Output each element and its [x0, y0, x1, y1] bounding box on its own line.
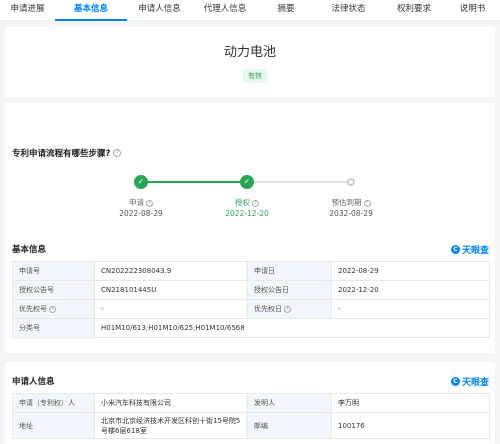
table-key: 优先权号? — [12, 299, 95, 319]
page-title: 动力电池 — [223, 45, 276, 60]
check-icon: ✓ — [134, 175, 148, 189]
faq-heading[interactable]: 专利申请流程有哪些步骤? ? — [12, 147, 122, 159]
table-value: CN218101445U — [94, 280, 248, 300]
tab-abstract[interactable]: 摘要 — [258, 0, 314, 21]
timeline-step-date: 2022-08-29 — [119, 209, 163, 218]
table-value: - — [94, 299, 248, 319]
applicant-info-table: 申请（专利权）人 小米汽车科技有限公司 发明人 李万明 地址 北京市北京经济技术… — [12, 393, 490, 439]
timeline-pending-line — [247, 181, 351, 183]
tab-applicant-info[interactable]: 申请人信息 — [127, 0, 192, 21]
table-key-text: 优先权号 — [19, 305, 47, 313]
pending-dot-icon — [347, 178, 355, 186]
applicant-info-card: 申请人信息 C 天眼查 申请（专利权）人 小米汽车科技有限公司 发明人 李万明 地… — [5, 362, 495, 444]
table-key: 授权公告号 — [12, 280, 95, 300]
table-value: H01M10/613;H01M10/625;H01M10/6568 — [94, 318, 490, 338]
section-title: 申请人信息 — [12, 377, 55, 387]
applicant-link[interactable]: 小米汽车科技有限公司 — [94, 393, 248, 413]
tianyancha-logo[interactable]: C 天眼查 — [450, 243, 489, 256]
table-key: 申请号 — [12, 261, 95, 281]
help-icon: ? — [363, 199, 371, 207]
table-value: CN202222308043.9 — [94, 261, 248, 281]
table-row: 申请号 CN202222308043.9 申请日 2022-08-29 — [12, 261, 490, 281]
timeline-label-text: 申请 — [129, 198, 144, 207]
table-value: 100176 — [331, 412, 490, 439]
tianyancha-icon: C — [450, 377, 460, 386]
basic-info-table: 申请号 CN202222308043.9 申请日 2022-08-29 授权公告… — [12, 261, 490, 338]
table-key-text: 优先权日 — [254, 305, 282, 313]
table-row: 优先权号? - 优先权日? - — [12, 299, 490, 319]
section-title: 基本信息 — [12, 245, 47, 255]
help-icon: ? — [252, 199, 259, 207]
tab-basic-info[interactable]: 基本信息 — [55, 0, 127, 21]
tianyancha-icon: C — [450, 245, 460, 254]
help-icon: ? — [284, 305, 291, 313]
timeline-progress-line — [141, 181, 247, 183]
tab-legal-status[interactable]: 法律状态 — [314, 0, 383, 21]
check-icon: ✓ — [240, 175, 254, 189]
tab-agent-info[interactable]: 代理人信息 — [192, 0, 258, 21]
timeline-step-label: 授权? — [207, 197, 287, 208]
tab-application-progress[interactable]: 申请进展 — [0, 0, 55, 21]
timeline-label-text: 预估到期 — [331, 198, 362, 207]
table-key: 申请日 — [247, 261, 332, 281]
timeline: ✓ ✓ 申请? 授权? 预估到期? 2022-08-29 2022-12-20 … — [5, 173, 495, 223]
timeline-step-date: 2032-08-29 — [329, 209, 373, 218]
table-key: 申请（专利权）人 — [12, 393, 95, 413]
tianyancha-logo[interactable]: C 天眼查 — [450, 375, 489, 388]
timeline-step-label: 预估到期? — [311, 197, 391, 208]
table-row: 分类号 H01M10/613;H01M10/625;H01M10/6568 — [12, 318, 490, 338]
table-value: 2022-08-29 — [331, 261, 490, 281]
tab-bar: 申请进展 基本信息 申请人信息 代理人信息 摘要 法律状态 权利要求 说明书 — [0, 0, 500, 21]
table-row: 申请（专利权）人 小米汽车科技有限公司 发明人 李万明 — [12, 393, 490, 413]
faq-text: 专利申请流程有哪些步骤? — [12, 149, 111, 159]
brand-text: 天眼查 — [461, 378, 489, 388]
table-row: 授权公告号 CN218101445U 授权公告日 2022-12-20 — [12, 280, 490, 300]
table-value: 2022-12-20 — [331, 280, 490, 300]
tab-claims[interactable]: 权利要求 — [383, 0, 445, 21]
table-key: 地址 — [12, 412, 95, 439]
table-value: 李万明 — [331, 393, 490, 413]
timeline-label-text: 授权 — [235, 198, 250, 207]
tab-description[interactable]: 说明书 — [445, 0, 500, 21]
table-value: 北京市北京经济技术开发区科创十街15号院5号楼6层618室 — [94, 412, 248, 439]
title-card: 动力电池 有效 — [5, 27, 495, 97]
timeline-step-label: 申请? — [101, 197, 181, 208]
table-row: 地址 北京市北京经济技术开发区科创十街15号院5号楼6层618室 邮编 1001… — [12, 412, 490, 439]
timeline-step-date: 2022-12-20 — [225, 209, 269, 218]
table-key: 发明人 — [247, 393, 332, 413]
table-key: 邮编 — [247, 412, 332, 439]
brand-text: 天眼查 — [461, 246, 489, 256]
table-key: 授权公告日 — [247, 280, 332, 300]
table-key: 优先权日? — [247, 299, 332, 319]
help-icon: ? — [113, 149, 122, 157]
table-value: - — [331, 299, 490, 319]
table-key: 分类号 — [12, 318, 95, 338]
basic-info-card: 专利申请流程有哪些步骤? ? ✓ ✓ 申请? 授权? 预估到期? 2022-08… — [5, 103, 495, 353]
status-badge: 有效 — [243, 69, 267, 83]
help-icon: ? — [146, 199, 153, 207]
help-icon: ? — [49, 305, 56, 313]
